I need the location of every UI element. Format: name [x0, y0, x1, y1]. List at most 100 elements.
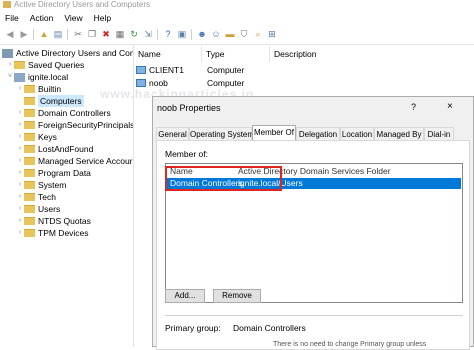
tree-item-domain-controllers[interactable]: › Domain Controllers — [16, 107, 111, 119]
add-to-group-icon[interactable]: ⊞ — [266, 28, 278, 40]
new-user-icon[interactable]: ☻ — [196, 28, 208, 40]
view-icon[interactable]: ▣ — [176, 28, 188, 40]
tree-item-computers[interactable]: Computers — [16, 95, 84, 107]
tree-item-foreign-security-principals[interactable]: › ForeignSecurityPrincipals — [16, 119, 133, 131]
cut-icon[interactable]: ✂ — [72, 28, 84, 40]
tree-item-program-data[interactable]: › Program Data — [16, 167, 91, 179]
find-icon[interactable]: ⌕ — [252, 28, 264, 40]
tree-item-label: NTDS Quotas — [38, 216, 91, 226]
remove-button[interactable]: Remove — [213, 289, 261, 303]
chevron-right-icon[interactable]: › — [16, 131, 24, 143]
chevron-right-icon[interactable]: › — [6, 59, 14, 71]
list-item[interactable]: CLIENT1 Computer — [134, 64, 244, 76]
back-icon[interactable]: ◀ — [4, 28, 16, 40]
primary-group-value: Domain Controllers — [233, 323, 306, 333]
chevron-right-icon[interactable]: › — [16, 215, 24, 227]
tree-item-label: Tech — [38, 192, 56, 202]
tree-root[interactable]: Active Directory Users and Com — [2, 47, 133, 59]
chevron-right-icon[interactable]: › — [16, 107, 24, 119]
ad-users-computers-icon — [2, 48, 13, 58]
tree-item-label: System — [38, 180, 67, 190]
menu-view[interactable]: View — [59, 11, 88, 25]
tab-general[interactable]: General — [156, 127, 189, 140]
toolbar: ◀ ▶ ▲ ▤ ✂ ❐ ✖ ▦ ↻ ⇲ ? ▣ ☻ ☺ ▬ ⛉ ⌕ ⊞ — [0, 26, 474, 45]
tree-item-label: LostAndFound — [38, 144, 94, 154]
tree-item-builtin[interactable]: › Builtin — [16, 83, 61, 95]
tree-item-tpm-devices[interactable]: › TPM Devices — [16, 227, 89, 239]
tree-item-managed-service-accounts[interactable]: › Managed Service Accour — [16, 155, 133, 167]
domain-icon — [14, 72, 25, 82]
new-ou-icon[interactable]: ▬ — [224, 28, 236, 40]
column-header-name[interactable]: Name — [134, 46, 202, 62]
toolbar-separator — [157, 29, 158, 40]
folder-icon — [24, 169, 35, 177]
primary-group-label: Primary group: — [165, 323, 221, 333]
list-item-name: CLIENT1 — [149, 65, 184, 75]
chevron-down-icon[interactable]: ˅ — [6, 71, 14, 83]
up-icon[interactable]: ▲ — [38, 28, 50, 40]
tab-dial-in[interactable]: Dial-in — [424, 127, 454, 140]
tree-item-ignite-local[interactable]: ˅ ignite.local — [6, 71, 68, 83]
menu-file[interactable]: File — [0, 11, 25, 25]
tree-item-label: Domain Controllers — [38, 108, 111, 118]
tab-delegation[interactable]: Delegation — [296, 127, 340, 140]
chevron-right-icon[interactable]: › — [16, 191, 24, 203]
show-hide-tree-icon[interactable]: ▤ — [52, 28, 64, 40]
folder-icon — [24, 97, 35, 105]
forward-icon[interactable]: ▶ — [18, 28, 30, 40]
tree-item-label: ignite.local — [28, 72, 69, 82]
computer-icon — [136, 66, 146, 74]
tree-item-lost-and-found[interactable]: › LostAndFound — [16, 143, 93, 155]
tab-managed-by[interactable]: Managed By — [374, 127, 424, 140]
chevron-right-icon[interactable]: › — [16, 143, 24, 155]
chevron-right-icon[interactable]: › — [16, 227, 24, 239]
add-button[interactable]: Add... — [165, 289, 205, 303]
tree-item-label: ForeignSecurityPrincipals — [38, 120, 133, 130]
help-icon[interactable]: ? — [162, 28, 174, 40]
tab-location[interactable]: Location — [340, 127, 374, 140]
member-of-label: Member of: — [165, 149, 208, 159]
filter-icon[interactable]: ⛉ — [238, 28, 250, 40]
column-header-description[interactable]: Description — [270, 46, 390, 62]
folder-icon — [14, 61, 25, 69]
chevron-right-icon[interactable]: › — [16, 203, 24, 215]
chevron-right-icon[interactable]: › — [16, 155, 24, 167]
tab-operating-system[interactable]: Operating System — [189, 127, 254, 140]
toolbar-separator — [191, 29, 192, 40]
dialog-title: noob Properties — [157, 103, 221, 113]
tab-member-of[interactable]: Member Of — [252, 125, 296, 140]
properties-icon[interactable]: ▦ — [114, 28, 126, 40]
folder-icon — [24, 205, 35, 213]
refresh-icon[interactable]: ↻ — [128, 28, 140, 40]
tree-item-tech[interactable]: › Tech — [16, 191, 56, 203]
help-button[interactable]: ? — [411, 102, 416, 112]
tree-item-keys[interactable]: › Keys — [16, 131, 57, 143]
tree-item-saved-queries[interactable]: › Saved Queries — [6, 59, 84, 71]
chevron-right-icon[interactable]: › — [16, 83, 24, 95]
tree-item-label: Builtin — [38, 84, 62, 94]
menu-help[interactable]: Help — [89, 11, 117, 25]
toolbar-separator — [33, 29, 34, 40]
copy-icon[interactable]: ❐ — [86, 28, 98, 40]
chevron-right-icon[interactable]: › — [16, 119, 24, 131]
chevron-right-icon[interactable]: › — [16, 179, 24, 191]
delete-icon[interactable]: ✖ — [100, 28, 112, 40]
column-header-type[interactable]: Type — [202, 46, 270, 62]
tree-item-ntds-quotas[interactable]: › NTDS Quotas — [16, 215, 91, 227]
folder-icon — [24, 181, 35, 189]
menu-action[interactable]: Action — [25, 11, 60, 25]
computer-icon — [136, 79, 146, 87]
close-button[interactable]: × — [447, 101, 453, 112]
toolbar-separator — [67, 29, 68, 40]
tree-item-label: Managed Service Accour — [38, 156, 133, 166]
folder-icon — [24, 121, 35, 129]
chevron-right-icon[interactable]: › — [16, 167, 24, 179]
window-titlebar: Active Directory Users and Computers — [0, 0, 474, 10]
tree-item-system[interactable]: › System — [16, 179, 67, 191]
new-group-icon[interactable]: ☺ — [210, 28, 222, 40]
folder-icon — [24, 157, 35, 165]
tree-item-label: Keys — [38, 132, 57, 142]
tree-item-users[interactable]: › Users — [16, 203, 60, 215]
export-list-icon[interactable]: ⇲ — [142, 28, 154, 40]
folder-icon — [24, 145, 35, 153]
